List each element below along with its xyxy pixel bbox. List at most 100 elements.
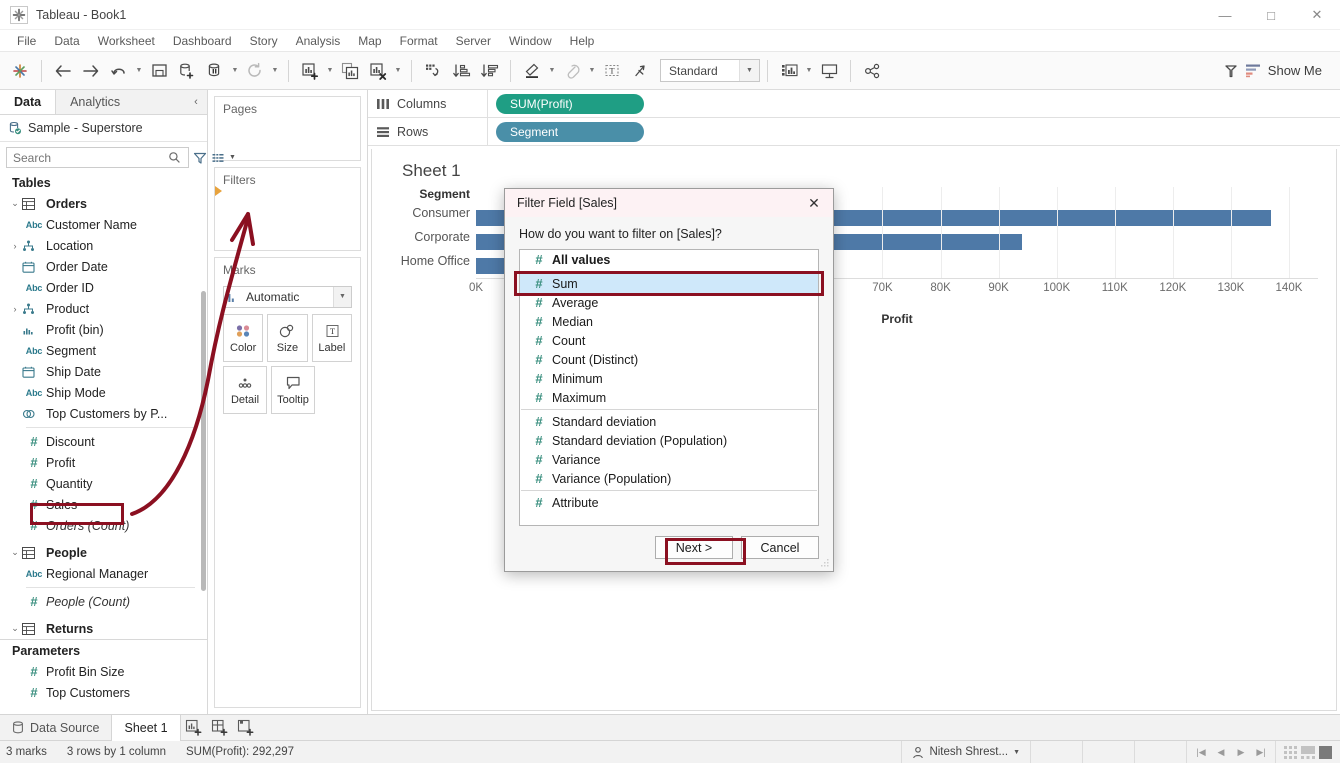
chevron-left-icon[interactable]: ‹ bbox=[185, 90, 207, 114]
field-quantity[interactable]: #Quantity bbox=[0, 473, 207, 494]
new-story-icon[interactable] bbox=[233, 715, 259, 741]
duplicate-sheet-icon[interactable] bbox=[336, 58, 364, 84]
option-all-values[interactable]: #All values bbox=[520, 250, 818, 269]
filter-funnel-icon[interactable] bbox=[193, 151, 207, 165]
rows-shelf[interactable]: Rows Segment bbox=[368, 118, 1340, 146]
field-order-date[interactable]: Order Date bbox=[0, 256, 207, 277]
clear-sheet-icon[interactable] bbox=[364, 58, 392, 84]
search-input[interactable] bbox=[7, 151, 168, 165]
group-caret-icon[interactable]: ▼ bbox=[586, 58, 598, 84]
field-order-id[interactable]: AbcOrder ID bbox=[0, 277, 207, 298]
data-pane-menu-caret-icon[interactable]: ▼ bbox=[229, 154, 236, 161]
columns-shelf[interactable]: Columns SUM(Profit) bbox=[368, 90, 1340, 118]
new-worksheet-icon[interactable] bbox=[296, 58, 324, 84]
field-segment[interactable]: AbcSegment bbox=[0, 340, 207, 361]
highlight-caret-icon[interactable]: ▼ bbox=[546, 58, 558, 84]
first-page-icon[interactable]: |◀ bbox=[1191, 747, 1211, 758]
menu-window[interactable]: Window bbox=[500, 32, 561, 50]
chevron-down-icon[interactable]: ⌄ bbox=[8, 623, 22, 634]
option-count-distinct[interactable]: #Count (Distinct) bbox=[520, 350, 818, 369]
filmstrip-view-icon[interactable] bbox=[1301, 746, 1315, 759]
sort-ascending-icon[interactable] bbox=[447, 58, 475, 84]
field-sales[interactable]: #Sales bbox=[0, 494, 207, 515]
pages-card[interactable]: Pages bbox=[214, 96, 361, 161]
field-orders-count[interactable]: #Orders (Count) bbox=[0, 515, 207, 536]
search-icon[interactable] bbox=[168, 151, 188, 164]
option-minimum[interactable]: #Minimum bbox=[520, 369, 818, 388]
undo-caret-icon[interactable]: ▼ bbox=[133, 58, 145, 84]
marks-color-button[interactable]: Color bbox=[223, 314, 263, 362]
option-sum[interactable]: #Sum bbox=[520, 274, 818, 293]
aggregation-options-list[interactable]: #All values #Sum #Average #Median #Count… bbox=[519, 249, 819, 526]
menu-worksheet[interactable]: Worksheet bbox=[89, 32, 164, 50]
option-maximum[interactable]: #Maximum bbox=[520, 388, 818, 407]
filter-field-dialog[interactable]: Filter Field [Sales] ✕ How do you want t… bbox=[504, 188, 834, 572]
option-attribute[interactable]: #Attribute bbox=[520, 493, 818, 512]
tab-analytics[interactable]: Analytics bbox=[56, 90, 134, 114]
table-returns[interactable]: ⌄ Returns bbox=[0, 618, 207, 639]
new-worksheet-icon[interactable] bbox=[181, 715, 207, 741]
undo-icon[interactable] bbox=[105, 58, 133, 84]
param-profit-bin-size[interactable]: #Profit Bin Size bbox=[0, 661, 207, 682]
field-regional-manager[interactable]: AbcRegional Manager bbox=[0, 563, 207, 584]
new-data-source-icon[interactable] bbox=[173, 58, 201, 84]
pause-caret-icon[interactable]: ▼ bbox=[229, 58, 241, 84]
close-button[interactable]: ✕ bbox=[1294, 0, 1340, 30]
param-top-customers[interactable]: #Top Customers bbox=[0, 682, 207, 703]
field-people-count[interactable]: #People (Count) bbox=[0, 591, 207, 612]
share-icon[interactable] bbox=[858, 58, 886, 84]
menu-analysis[interactable]: Analysis bbox=[287, 32, 350, 50]
field-discount[interactable]: #Discount bbox=[0, 431, 207, 452]
cancel-button[interactable]: Cancel bbox=[741, 536, 819, 559]
tableau-home-icon[interactable] bbox=[6, 58, 34, 84]
field-profit[interactable]: #Profit bbox=[0, 452, 207, 473]
status-user-caret-icon[interactable]: ▼ bbox=[1013, 749, 1020, 756]
field-location[interactable]: ›Location bbox=[0, 235, 207, 256]
option-median[interactable]: #Median bbox=[520, 312, 818, 331]
status-user[interactable]: Nitesh Shrest... ▼ bbox=[901, 741, 1030, 763]
new-dashboard-icon[interactable] bbox=[207, 715, 233, 741]
menu-file[interactable]: File bbox=[8, 32, 45, 50]
minimize-button[interactable]: — bbox=[1202, 0, 1248, 30]
pause-auto-updates-icon[interactable] bbox=[201, 58, 229, 84]
menu-dashboard[interactable]: Dashboard bbox=[164, 32, 241, 50]
table-people[interactable]: ⌄ People bbox=[0, 542, 207, 563]
search-box[interactable] bbox=[6, 147, 189, 168]
back-arrow-icon[interactable] bbox=[49, 58, 77, 84]
next-button[interactable]: Next > bbox=[655, 536, 733, 559]
group-members-icon[interactable] bbox=[558, 58, 586, 84]
menu-story[interactable]: Story bbox=[241, 32, 287, 50]
last-page-icon[interactable]: ▶| bbox=[1251, 747, 1271, 758]
rows-drop-zone[interactable]: Segment bbox=[488, 118, 1340, 146]
data-source-tab[interactable]: Data Source bbox=[0, 715, 111, 741]
datasource-item[interactable]: Sample - Superstore bbox=[0, 115, 207, 142]
show-me-button[interactable]: Show Me bbox=[1245, 63, 1322, 78]
option-variance-population[interactable]: #Variance (Population) bbox=[520, 469, 818, 488]
fix-axes-icon[interactable] bbox=[626, 58, 654, 84]
pill-segment[interactable]: Segment bbox=[496, 122, 644, 142]
marks-type-caret-icon[interactable]: ▼ bbox=[333, 287, 351, 307]
field-top-customers-set[interactable]: Top Customers by P... bbox=[0, 403, 207, 424]
next-page-icon[interactable]: ▶ bbox=[1231, 747, 1251, 758]
menu-format[interactable]: Format bbox=[391, 32, 447, 50]
marks-type-select[interactable]: Automatic ▼ bbox=[223, 286, 352, 308]
swap-rows-columns-icon[interactable] bbox=[419, 58, 447, 84]
sheet-view-icon[interactable] bbox=[1319, 746, 1332, 759]
show-mark-labels-icon[interactable]: T bbox=[598, 58, 626, 84]
menu-data[interactable]: Data bbox=[45, 32, 88, 50]
table-orders[interactable]: ⌄ Orders bbox=[0, 193, 207, 214]
sheet-tab-sheet1[interactable]: Sheet 1 bbox=[111, 715, 180, 741]
menu-map[interactable]: Map bbox=[349, 32, 390, 50]
field-product[interactable]: ›Product bbox=[0, 298, 207, 319]
refresh-caret-icon[interactable]: ▼ bbox=[269, 58, 281, 84]
data-pane-scrollbar[interactable] bbox=[201, 291, 206, 591]
fix-axes-secondary-icon[interactable] bbox=[1217, 58, 1245, 84]
option-average[interactable]: #Average bbox=[520, 293, 818, 312]
close-icon[interactable]: ✕ bbox=[801, 191, 827, 215]
sort-fields-icon[interactable] bbox=[211, 151, 225, 165]
show-cards-caret-icon[interactable]: ▼ bbox=[803, 58, 815, 84]
fit-select[interactable]: Standard ▼ bbox=[660, 59, 760, 82]
save-icon[interactable] bbox=[145, 58, 173, 84]
marks-detail-button[interactable]: Detail bbox=[223, 366, 267, 414]
clear-sheet-caret-icon[interactable]: ▼ bbox=[392, 58, 404, 84]
